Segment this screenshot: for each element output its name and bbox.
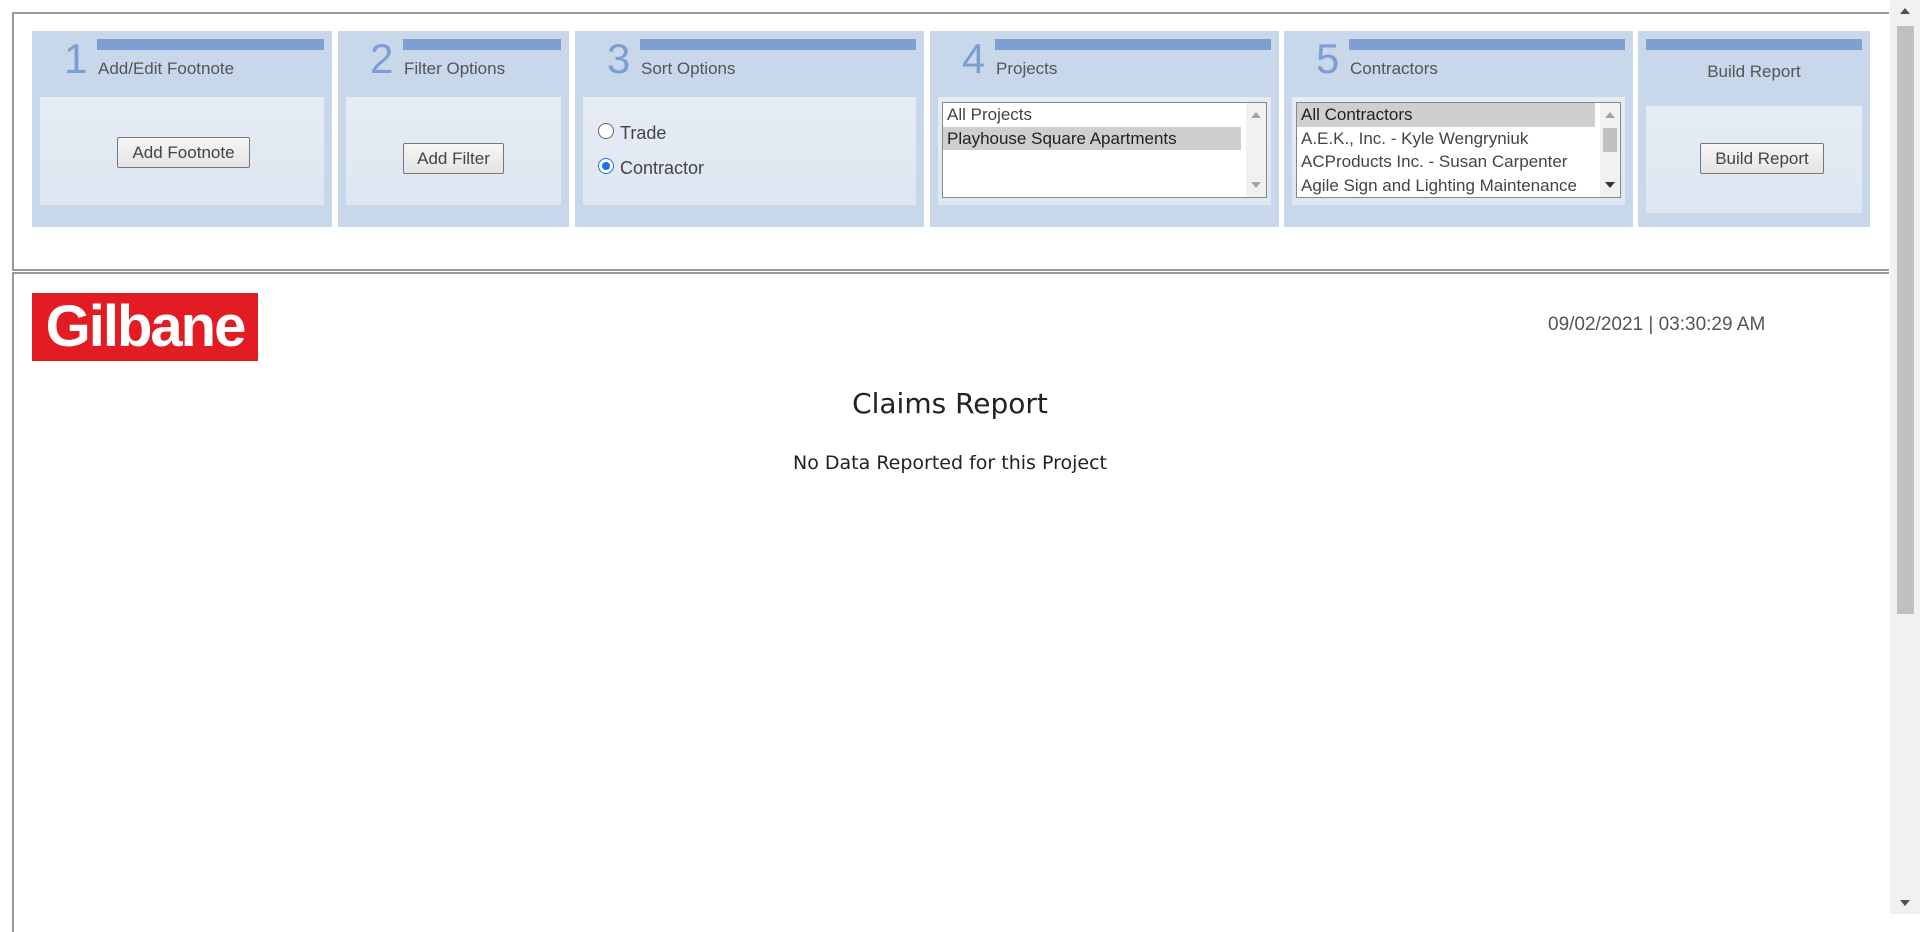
sort-contractor-option[interactable]: Contractor: [598, 157, 705, 179]
build-report-button[interactable]: Build Report: [1700, 143, 1824, 174]
step-number: 2: [370, 35, 394, 82]
project-option[interactable]: All Projects: [943, 103, 1266, 127]
contractor-option[interactable]: A.E.K., Inc. - Kyle Wengryniuk: [1297, 127, 1620, 151]
scroll-down-icon[interactable]: [1900, 900, 1910, 906]
scroll-down-icon[interactable]: [1605, 182, 1615, 188]
accent-bar: [1349, 39, 1625, 50]
step-title: Build Report: [1707, 62, 1801, 81]
projects-listbox[interactable]: All Projects Playhouse Square Apartments: [942, 102, 1267, 198]
accent-bar: [995, 39, 1271, 50]
build-report-panel: Build Report Build Report: [1638, 31, 1870, 227]
report-timestamp: 09/02/2021 | 03:30:29 AM: [1548, 314, 1766, 335]
contractor-option[interactable]: ACProducts Inc. - Susan Carpenter: [1297, 150, 1620, 174]
scroll-down-icon[interactable]: [1251, 182, 1261, 188]
sort-contractor-radio[interactable]: [598, 157, 614, 174]
sort-trade-option[interactable]: Trade: [598, 122, 667, 144]
step-body: Add Filter: [346, 97, 561, 205]
accent-bar: [403, 39, 561, 50]
step-body: All Projects Playhouse Square Apartments: [938, 97, 1271, 205]
step-title: Projects: [996, 59, 1058, 78]
step-body: Trade Contractor: [583, 97, 916, 205]
scroll-up-icon[interactable]: [1900, 8, 1910, 14]
contractor-option-selected[interactable]: All Contractors: [1297, 103, 1595, 127]
step-number: 5: [1316, 35, 1340, 82]
step-title: Filter Options: [404, 59, 506, 78]
contractors-listbox[interactable]: All Contractors A.E.K., Inc. - Kyle Weng…: [1296, 102, 1621, 198]
accent-bar: [640, 39, 916, 50]
step-title: Add/Edit Footnote: [98, 59, 235, 78]
accent-bar: [97, 39, 324, 50]
step-title: Sort Options: [641, 59, 736, 78]
project-option-selected[interactable]: Playhouse Square Apartments: [943, 126, 1241, 150]
scrollbar-thumb[interactable]: [1603, 128, 1617, 152]
sort-trade-label: Trade: [620, 123, 667, 143]
scroll-up-icon[interactable]: [1605, 112, 1615, 118]
step-body: Add Footnote: [40, 97, 324, 205]
step-1-footnote-panel: 1 Add/Edit Footnote Add Footnote: [32, 31, 332, 227]
step-number: 3: [607, 35, 631, 82]
projects-scrollbar[interactable]: [1246, 103, 1266, 197]
add-footnote-button[interactable]: Add Footnote: [117, 137, 250, 168]
step-body: Build Report: [1646, 106, 1862, 213]
step-2-filter-panel: 2 Filter Options Add Filter: [338, 31, 569, 227]
report-frame: [12, 272, 1889, 932]
page-scrollbar[interactable]: [1890, 0, 1920, 914]
sort-contractor-label: Contractor: [620, 158, 705, 178]
sort-trade-radio[interactable]: [598, 122, 614, 139]
contractor-option[interactable]: Agile Sign and Lighting Maintenance: [1297, 174, 1620, 198]
scrollbar-thumb[interactable]: [1897, 26, 1914, 614]
step-number: 4: [962, 35, 986, 82]
add-filter-button[interactable]: Add Filter: [403, 143, 504, 174]
step-body: All Contractors A.E.K., Inc. - Kyle Weng…: [1292, 97, 1625, 205]
step-5-contractors-panel: 5 Contractors All Contractors A.E.K., In…: [1284, 31, 1633, 227]
report-title: Claims Report: [852, 387, 1048, 420]
step-4-projects-panel: 4 Projects All Projects Playhouse Square…: [930, 31, 1279, 227]
no-data-message: No Data Reported for this Project: [793, 452, 1107, 474]
step-number: 1: [64, 35, 88, 82]
step-title: Contractors: [1350, 59, 1438, 78]
step-3-sort-panel: 3 Sort Options Trade Contractor: [575, 31, 924, 227]
scroll-up-icon[interactable]: [1251, 112, 1261, 118]
gilbane-logo: Gilbane: [32, 293, 258, 361]
contractors-scrollbar[interactable]: [1600, 103, 1620, 197]
accent-bar: [1646, 39, 1862, 50]
